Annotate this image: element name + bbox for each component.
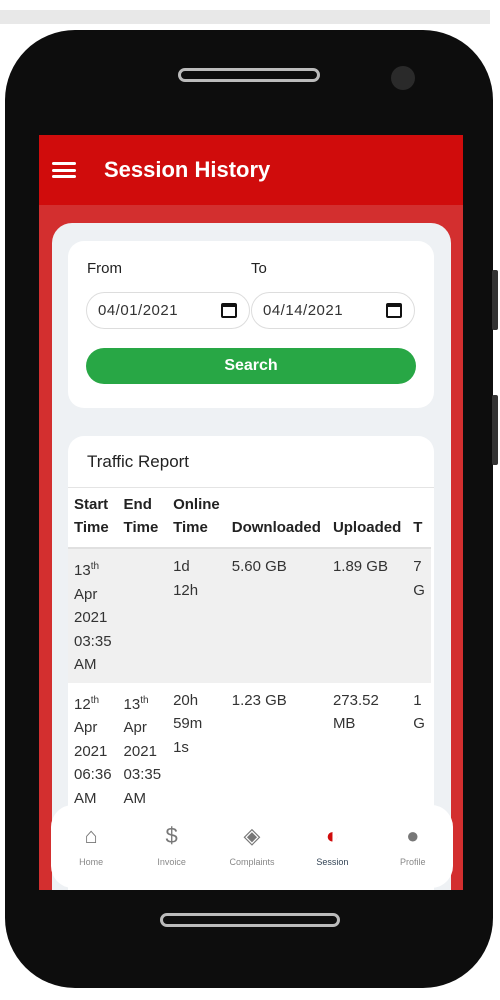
- total-cell: 1G: [407, 683, 431, 817]
- nav-item-home[interactable]: ⌂ Home: [56, 823, 126, 888]
- home-icon: ⌂: [84, 823, 98, 848]
- total-cell-text: G: [413, 715, 425, 732]
- browser-top-bar: [0, 10, 490, 24]
- nav-label: Invoice: [157, 857, 186, 867]
- nav-item-profile[interactable]: ● Profile: [378, 823, 448, 888]
- ordinal: th: [140, 694, 149, 706]
- to-date-input[interactable]: 04/14/2021: [251, 292, 415, 329]
- column-header-text: Time: [74, 519, 109, 536]
- search-button[interactable]: Search: [86, 348, 416, 384]
- online-time-cell-text: 59m: [173, 715, 203, 732]
- uploaded-cell: 1.89 GB: [327, 548, 407, 683]
- from-date-value: 04/01/2021: [98, 302, 179, 319]
- menu-icon[interactable]: [52, 162, 76, 178]
- nav-label: Profile: [399, 857, 426, 867]
- bottom-nav: ⌂ Home $ Invoice ◈ Complaints ◐ Session ● Profile: [51, 805, 453, 888]
- ordinal: th: [90, 694, 100, 706]
- from-date-input[interactable]: 04/01/2021: [86, 292, 250, 329]
- column-header: Uploaded: [327, 488, 407, 548]
- online-time-cell: 1d 12h: [167, 548, 226, 683]
- uploaded-cell-text: 273.52: [332, 691, 379, 709]
- day: 13: [123, 695, 141, 713]
- date-part: 03:35: [74, 632, 112, 650]
- phone-camera: [391, 66, 415, 90]
- table-row: 13th Apr 2021 03:35 AM 1d 12h 5.60 GB 1.89 GB 7 G: [68, 548, 431, 683]
- total-cell-text: G: [413, 581, 425, 599]
- session-pie-icon: ◐: [325, 823, 339, 848]
- date-cell: [118, 548, 168, 683]
- app-header: Session History: [39, 135, 463, 205]
- traffic-report-title: Traffic Report: [68, 436, 434, 488]
- nav-label: Home: [79, 857, 104, 867]
- dollar-icon: $: [165, 823, 178, 848]
- downloaded-cell: 5.60 GB: [231, 558, 287, 575]
- from-label: From: [87, 260, 122, 277]
- day: 12: [74, 695, 91, 713]
- calendar-icon[interactable]: [221, 303, 237, 318]
- date-cell: 13th Apr 2021 03:35 AM: [118, 683, 168, 817]
- date-cell: 12th Apr 2021 06:36 AM: [68, 683, 118, 817]
- uploaded-cell-text: 1.89 GB: [332, 558, 388, 575]
- content-panel: From To 04/01/2021 04/14/2021 Search Tra…: [52, 223, 451, 890]
- date-part: 2021: [123, 742, 157, 760]
- power-button: [492, 395, 498, 465]
- volume-button: [492, 270, 498, 330]
- date-part: 06:36: [74, 766, 112, 783]
- column-header: Downloaded: [226, 488, 327, 548]
- nav-label: Session: [316, 857, 349, 867]
- total-cell: 7G: [407, 548, 431, 683]
- day: 13: [74, 562, 91, 579]
- column-header-text: Online: [173, 496, 220, 513]
- to-label: To: [251, 260, 267, 277]
- uploaded-cell-text: MB: [332, 715, 356, 732]
- nav-label: Complaints: [229, 857, 275, 867]
- date-part: AM: [74, 656, 97, 673]
- column-header-text: Time: [123, 519, 159, 536]
- table-header-row: Start Time End Time Online Time Downloaded Uplo…: [68, 488, 431, 548]
- date-part: AM: [74, 789, 97, 807]
- date-cell: 13th Apr 2021 03:35 AM: [68, 548, 118, 683]
- date-part: 2021: [74, 742, 108, 760]
- date-part: Apr: [123, 719, 147, 736]
- column-header-text: T: [413, 519, 423, 536]
- column-header-text: Uploaded: [332, 519, 402, 536]
- layers-icon: ◈: [243, 823, 261, 848]
- date-part: Apr: [74, 585, 98, 603]
- date-part: AM: [123, 789, 147, 807]
- column-header-text: End: [123, 496, 152, 513]
- column-header: T: [407, 488, 431, 548]
- total-cell-text: 7: [413, 558, 422, 575]
- ordinal: th: [90, 561, 100, 572]
- page-title: Session History: [104, 157, 271, 182]
- downloaded-cell: 1.23 GB: [231, 691, 287, 709]
- nav-item-complaints[interactable]: ◈ Complaints: [217, 823, 287, 888]
- online-time-cell-text: 20h: [173, 691, 199, 709]
- online-time-cell: 20h 59m 1s: [167, 683, 226, 817]
- phone-bottom-speaker: [160, 913, 340, 927]
- column-header-text: Start: [74, 496, 109, 513]
- profile-icon: ●: [406, 823, 420, 848]
- column-header: End Time: [118, 488, 168, 548]
- online-time-cell-text: 1s: [173, 738, 189, 756]
- column-header: Online Time: [167, 488, 226, 548]
- online-time-cell-text: 1d: [173, 558, 190, 575]
- uploaded-cell: 273.52 MB: [327, 683, 407, 817]
- nav-item-invoice[interactable]: $ Invoice: [137, 823, 207, 888]
- column-header-text: Downloaded: [231, 519, 321, 536]
- phone-speaker: [178, 68, 320, 82]
- table-row: 12th Apr 2021 06:36 AM 13th Apr 2021 03:35 AM 20h 5…: [68, 683, 431, 817]
- total-cell-text: 1: [413, 691, 422, 709]
- date-filter-card: From To 04/01/2021 04/14/2021 Search: [68, 241, 434, 408]
- date-part: Apr: [74, 719, 98, 736]
- date-part: 2021: [74, 609, 108, 626]
- app-screen: Session History From To 04/01/2021 04/14…: [39, 135, 463, 890]
- date-part: 03:35: [123, 766, 162, 783]
- calendar-icon[interactable]: [386, 303, 402, 318]
- column-header: Start Time: [68, 488, 118, 548]
- nav-item-session[interactable]: ◐ Session: [297, 823, 367, 888]
- column-header-text: Time: [173, 519, 208, 536]
- online-time-cell-text: 12h: [173, 581, 199, 599]
- to-date-value: 04/14/2021: [263, 302, 344, 319]
